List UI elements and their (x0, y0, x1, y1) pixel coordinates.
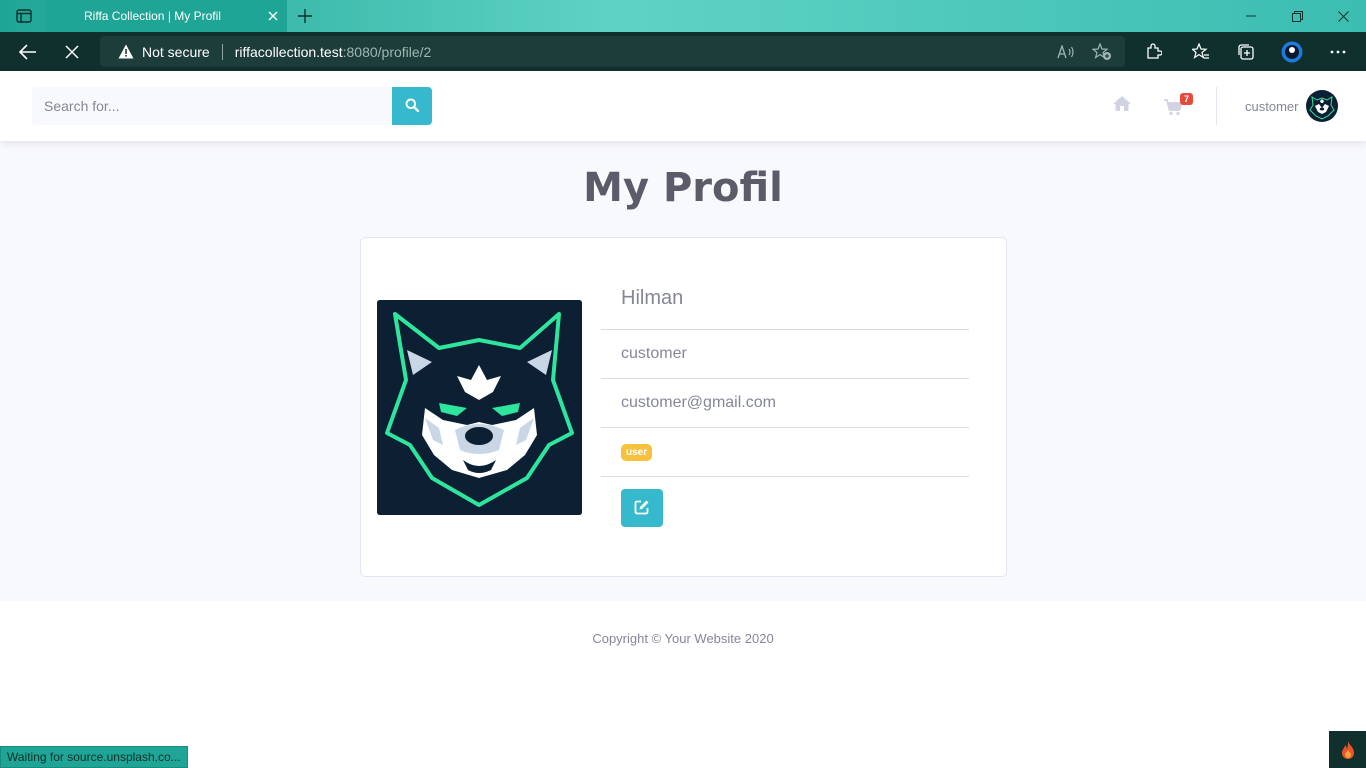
user-dropdown[interactable]: customer (1236, 89, 1339, 123)
browser-tab-active[interactable]: Riffa Collection | My Profil (46, 0, 287, 32)
collections-icon[interactable] (1235, 41, 1257, 63)
browser-toolbar: Not secure riffacollection.test:8080/pro… (0, 32, 1366, 71)
edit-icon (634, 499, 650, 518)
topbar-username: customer (1245, 98, 1299, 114)
profile-email: customer@gmail.com (601, 379, 969, 428)
search-input[interactable] (32, 87, 392, 125)
warning-icon[interactable] (118, 44, 134, 60)
close-window-icon[interactable] (1320, 0, 1366, 32)
role-badge: user (621, 443, 653, 461)
add-favorite-icon[interactable] (1091, 42, 1113, 62)
url-text[interactable]: riffacollection.test:8080/profile/2 (235, 44, 432, 60)
search-button[interactable] (392, 87, 432, 125)
tab-actions-icon[interactable] (10, 6, 38, 26)
address-separator (221, 43, 223, 60)
tab-close-icon[interactable] (259, 0, 287, 32)
tab-title: Riffa Collection | My Profil (84, 9, 221, 23)
cart-link[interactable]: 7 (1163, 93, 1193, 117)
page-title: My Profil (583, 165, 783, 211)
back-arrow-icon[interactable] (12, 37, 44, 67)
read-aloud-icon[interactable] (1055, 42, 1077, 62)
home-link[interactable] (1110, 96, 1134, 116)
profile-info: Hilman customer customer@gmail.com user (601, 268, 969, 527)
page-content: 7 customer My Profil (0, 71, 1366, 768)
search-icon (405, 98, 420, 115)
profile-role-row: user (601, 428, 969, 477)
url-path: :8080/profile/2 (342, 43, 432, 60)
avatar (1306, 90, 1339, 122)
address-bar[interactable]: Not secure riffacollection.test:8080/pro… (100, 36, 1125, 67)
profile-name: Hilman (601, 268, 969, 330)
profile-card: Hilman customer customer@gmail.com user (360, 237, 1007, 577)
url-host: riffacollection.test (234, 43, 343, 60)
browser-tab-bar: Riffa Collection | My Profil (0, 0, 1366, 32)
footer: Copyright © Your Website 2020 (0, 601, 1366, 768)
profile-icon[interactable] (1281, 41, 1303, 63)
profile-picture (377, 300, 582, 515)
profile-username: customer (601, 330, 969, 379)
topbar-divider (1216, 87, 1217, 125)
browser-status-bar: Waiting for source.unsplash.co... (0, 746, 188, 768)
not-secure-label[interactable]: Not secure (142, 44, 210, 60)
search-form (32, 87, 432, 125)
edit-profile-button[interactable] (621, 489, 663, 527)
favorites-icon[interactable] (1190, 41, 1212, 63)
cart-count-badge: 7 (1180, 93, 1193, 105)
home-icon (1112, 95, 1132, 117)
new-tab-icon[interactable] (292, 4, 318, 28)
topbar: 7 customer (0, 71, 1366, 141)
flame-icon[interactable] (1329, 731, 1366, 768)
extensions-icon[interactable] (1142, 41, 1164, 63)
more-options-icon[interactable] (1327, 41, 1349, 63)
copyright-text: Copyright © Your Website 2020 (592, 631, 774, 646)
stop-loading-icon[interactable] (56, 37, 88, 67)
minimize-icon[interactable] (1228, 0, 1274, 32)
restore-icon[interactable] (1274, 0, 1320, 32)
